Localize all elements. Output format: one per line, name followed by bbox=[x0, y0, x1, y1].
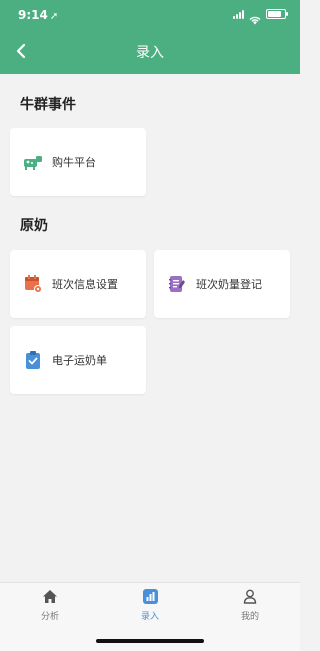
location-arrow-icon: ➚ bbox=[49, 11, 59, 22]
home-icon bbox=[0, 589, 100, 605]
home-indicator bbox=[96, 639, 204, 643]
tab-analysis[interactable]: 分析 bbox=[0, 589, 100, 622]
user-icon bbox=[200, 589, 300, 605]
tab-label: 录入 bbox=[140, 612, 159, 622]
wifi-icon bbox=[249, 10, 261, 25]
card-label: 班次信息设置 bbox=[52, 278, 118, 291]
card-label: 电子运奶单 bbox=[52, 354, 107, 367]
status-indicators bbox=[233, 9, 288, 25]
cow-icon bbox=[22, 151, 44, 173]
signal-icon bbox=[233, 10, 244, 19]
status-bar: 9:14 ➚ bbox=[0, 0, 300, 28]
card-label: 班次奶量登记 bbox=[196, 278, 262, 291]
section-title-herd-events: 牛群事件 bbox=[20, 97, 76, 113]
tab-label: 我的 bbox=[240, 612, 259, 622]
tab-label: 分析 bbox=[40, 612, 59, 622]
nav-bar: 录入 bbox=[0, 28, 300, 74]
page-title: 录入 bbox=[136, 45, 164, 61]
card-shift-info-settings[interactable]: 班次信息设置 bbox=[10, 250, 146, 318]
tab-entry[interactable]: 录入 bbox=[100, 589, 200, 622]
notebook-pen-icon bbox=[166, 273, 188, 295]
battery-icon bbox=[266, 9, 288, 19]
tab-mine[interactable]: 我的 bbox=[200, 589, 300, 622]
card-label: 购牛平台 bbox=[52, 156, 96, 169]
card-electronic-milk-transport[interactable]: 电子运奶单 bbox=[10, 326, 146, 394]
section-title-raw-milk: 原奶 bbox=[20, 218, 48, 234]
card-shift-milk-record[interactable]: 班次奶量登记 bbox=[154, 250, 290, 318]
status-time: 9:14 ➚ bbox=[18, 8, 58, 22]
calendar-settings-icon bbox=[22, 273, 44, 295]
clipboard-check-icon bbox=[22, 349, 44, 371]
status-time-text: 9:14 bbox=[18, 8, 48, 22]
chart-icon bbox=[100, 589, 200, 605]
card-buy-cattle[interactable]: 购牛平台 bbox=[10, 128, 146, 196]
